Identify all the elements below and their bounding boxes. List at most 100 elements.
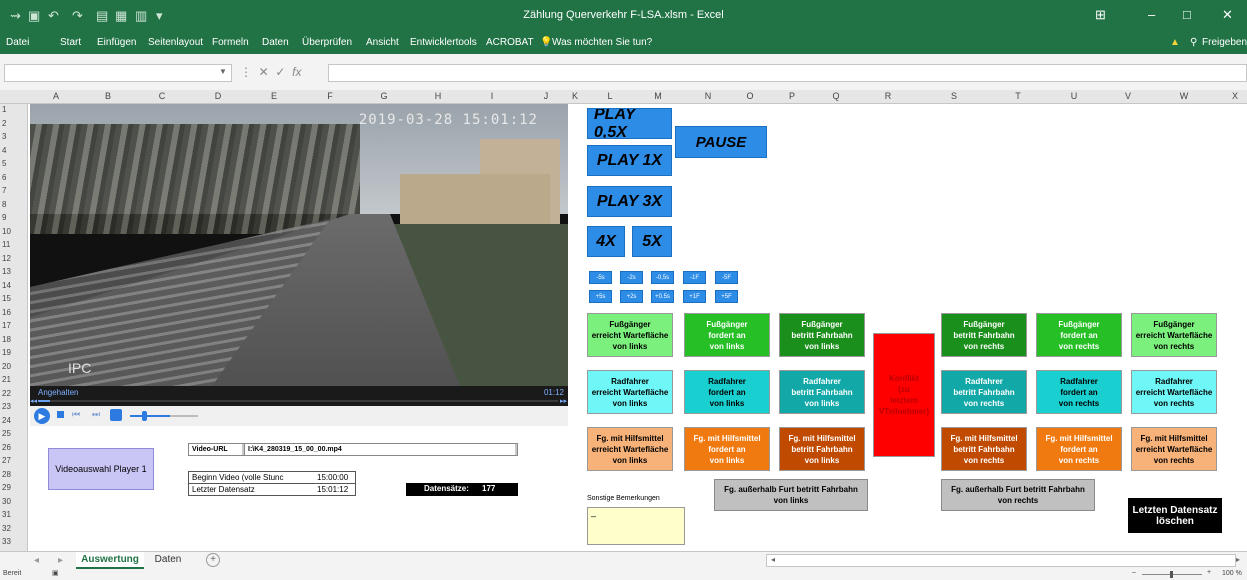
- step-fwd-2s-button[interactable]: +2s: [620, 290, 643, 303]
- formula-input[interactable]: [328, 64, 1247, 82]
- row-header[interactable]: 33: [2, 537, 11, 546]
- col-header[interactable]: P: [780, 91, 804, 101]
- row-header[interactable]: 32: [2, 524, 11, 533]
- col-header[interactable]: Q: [824, 91, 848, 101]
- col-header[interactable]: S: [942, 91, 966, 101]
- col-header[interactable]: F: [318, 91, 342, 101]
- play-3x-button[interactable]: PLAY 3X: [587, 186, 672, 217]
- volume-thumb[interactable]: [142, 411, 147, 421]
- macro-record-icon[interactable]: ▣: [52, 569, 59, 577]
- speed-4x-button[interactable]: 4X: [587, 226, 625, 257]
- chevron-down-icon[interactable]: ▼: [219, 67, 227, 76]
- zoom-thumb[interactable]: [1170, 571, 1173, 578]
- sheet-prev-icon[interactable]: ◂: [34, 555, 39, 566]
- outside-crossing-right-button[interactable]: Fg. außerhalb Furt betritt Fahrbahn von …: [941, 479, 1095, 511]
- col-header[interactable]: A: [44, 91, 68, 101]
- cyc-enter-right-button[interactable]: Radfahrer betritt Fahrbahn von rechts: [941, 370, 1027, 414]
- zoom-level[interactable]: 100 %: [1222, 570, 1242, 577]
- row-header[interactable]: 23: [2, 402, 11, 411]
- step-back-5-frames-button[interactable]: -5F: [715, 271, 738, 284]
- video-player[interactable]: 2019-03-28 15:01:12 IPC: [30, 104, 568, 386]
- row-header[interactable]: 6: [2, 173, 6, 182]
- sheet-next-icon[interactable]: ▸: [58, 555, 63, 566]
- play-icon[interactable]: ▶: [34, 408, 50, 424]
- add-sheet-button[interactable]: +: [206, 553, 220, 567]
- row-header[interactable]: 12: [2, 254, 11, 263]
- video-select-button[interactable]: Videoauswahl Player 1: [48, 448, 154, 490]
- row-header[interactable]: 11: [2, 240, 10, 249]
- tab-ueberpruefen[interactable]: Überprüfen: [302, 37, 352, 48]
- row-header[interactable]: 13: [2, 267, 11, 276]
- col-header[interactable]: O: [738, 91, 762, 101]
- minimize-button[interactable]: –: [1148, 7, 1155, 22]
- aid-reach-left-button[interactable]: Fg. mit Hilfsmittel erreicht Wartefläche…: [587, 427, 673, 471]
- scroll-left-icon[interactable]: ◂: [771, 555, 775, 564]
- row-header[interactable]: 24: [2, 416, 11, 425]
- tab-seitenlayout[interactable]: Seitenlayout: [148, 37, 203, 48]
- rewind-icon[interactable]: ◂◂: [30, 397, 37, 405]
- col-header[interactable]: T: [1006, 91, 1030, 101]
- row-header[interactable]: 28: [2, 470, 11, 479]
- col-header[interactable]: M: [646, 91, 670, 101]
- step-back-5s-button[interactable]: -5s: [589, 271, 612, 284]
- row-header[interactable]: 8: [2, 200, 6, 209]
- col-header[interactable]: K: [568, 91, 582, 101]
- ped-reach-left-button[interactable]: Fußgänger erreicht Wartefläche von links: [587, 313, 673, 357]
- row-header[interactable]: 5: [2, 159, 6, 168]
- row-header[interactable]: 9: [2, 213, 6, 222]
- row-header[interactable]: 21: [2, 375, 11, 384]
- col-header[interactable]: C: [150, 91, 174, 101]
- step-fwd-5s-button[interactable]: +5s: [589, 290, 612, 303]
- row-header[interactable]: 26: [2, 443, 11, 452]
- tab-entwicklertools[interactable]: Entwicklertools: [410, 37, 477, 48]
- tab-datei[interactable]: Datei: [6, 37, 29, 48]
- aid-enter-right-button[interactable]: Fg. mit Hilfsmittel betritt Fahrbahn von…: [941, 427, 1027, 471]
- ped-reach-right-button[interactable]: Fußgänger erreicht Wartefläche von recht…: [1131, 313, 1217, 357]
- tab-acrobat[interactable]: ACROBAT: [486, 37, 534, 48]
- aid-enter-left-button[interactable]: Fg. mit Hilfsmittel betritt Fahrbahn von…: [779, 427, 865, 471]
- scroll-right-icon[interactable]: ▸: [1236, 555, 1240, 564]
- col-header[interactable]: V: [1116, 91, 1140, 101]
- remarks-field[interactable]: –: [587, 507, 685, 545]
- mute-icon[interactable]: [110, 409, 122, 421]
- step-fwd-1-frame-button[interactable]: +1F: [683, 290, 706, 303]
- sheet-tab-auswertung[interactable]: Auswertung: [76, 552, 144, 569]
- previous-icon[interactable]: ⏮: [72, 409, 80, 420]
- volume-slider[interactable]: [130, 415, 170, 417]
- step-fwd-5-frames-button[interactable]: +5F: [715, 290, 738, 303]
- pause-button[interactable]: PAUSE: [675, 126, 767, 158]
- row-header[interactable]: 19: [2, 348, 11, 357]
- speed-5x-button[interactable]: 5X: [632, 226, 672, 257]
- share-button[interactable]: Freigeben: [1202, 37, 1247, 48]
- tab-formeln[interactable]: Formeln: [212, 37, 249, 48]
- ribbon-display-icon[interactable]: ⊞: [1095, 7, 1106, 23]
- delete-last-record-button[interactable]: Letzten Datensatz löschen: [1128, 498, 1222, 533]
- cyc-enter-left-button[interactable]: Radfahrer betritt Fahrbahn von links: [779, 370, 865, 414]
- ped-enter-right-button[interactable]: Fußgänger betritt Fahrbahn von rechts: [941, 313, 1027, 357]
- aid-request-left-button[interactable]: Fg. mit Hilfsmittel fordert an von links: [684, 427, 770, 471]
- close-button[interactable]: ✕: [1222, 7, 1233, 23]
- col-header[interactable]: I: [480, 91, 504, 101]
- aid-request-right-button[interactable]: Fg. mit Hilfsmittel fordert an von recht…: [1036, 427, 1122, 471]
- tab-daten[interactable]: Daten: [262, 37, 289, 48]
- col-header[interactable]: J: [534, 91, 558, 101]
- video-url-field[interactable]: I:\K4_280319_15_00_00.mp4: [244, 444, 515, 455]
- maximize-button[interactable]: □: [1183, 7, 1191, 22]
- row-header[interactable]: 3: [2, 132, 6, 141]
- row-header[interactable]: 2: [2, 119, 6, 128]
- col-header[interactable]: R: [876, 91, 900, 101]
- stop-icon[interactable]: [57, 411, 64, 418]
- row-header[interactable]: 25: [2, 429, 11, 438]
- name-box[interactable]: [4, 64, 232, 82]
- row-header[interactable]: 20: [2, 362, 11, 371]
- step-back-1-frame-button[interactable]: -1F: [683, 271, 706, 284]
- col-header[interactable]: X: [1226, 91, 1244, 101]
- row-header[interactable]: 10: [2, 227, 11, 236]
- row-header[interactable]: 17: [2, 321, 11, 330]
- col-header[interactable]: B: [96, 91, 120, 101]
- tab-ansicht[interactable]: Ansicht: [366, 37, 399, 48]
- row-header[interactable]: 7: [2, 186, 6, 195]
- col-header[interactable]: H: [426, 91, 450, 101]
- play-1x-button[interactable]: PLAY 1X: [587, 145, 672, 176]
- next-icon[interactable]: ⏭: [92, 409, 100, 420]
